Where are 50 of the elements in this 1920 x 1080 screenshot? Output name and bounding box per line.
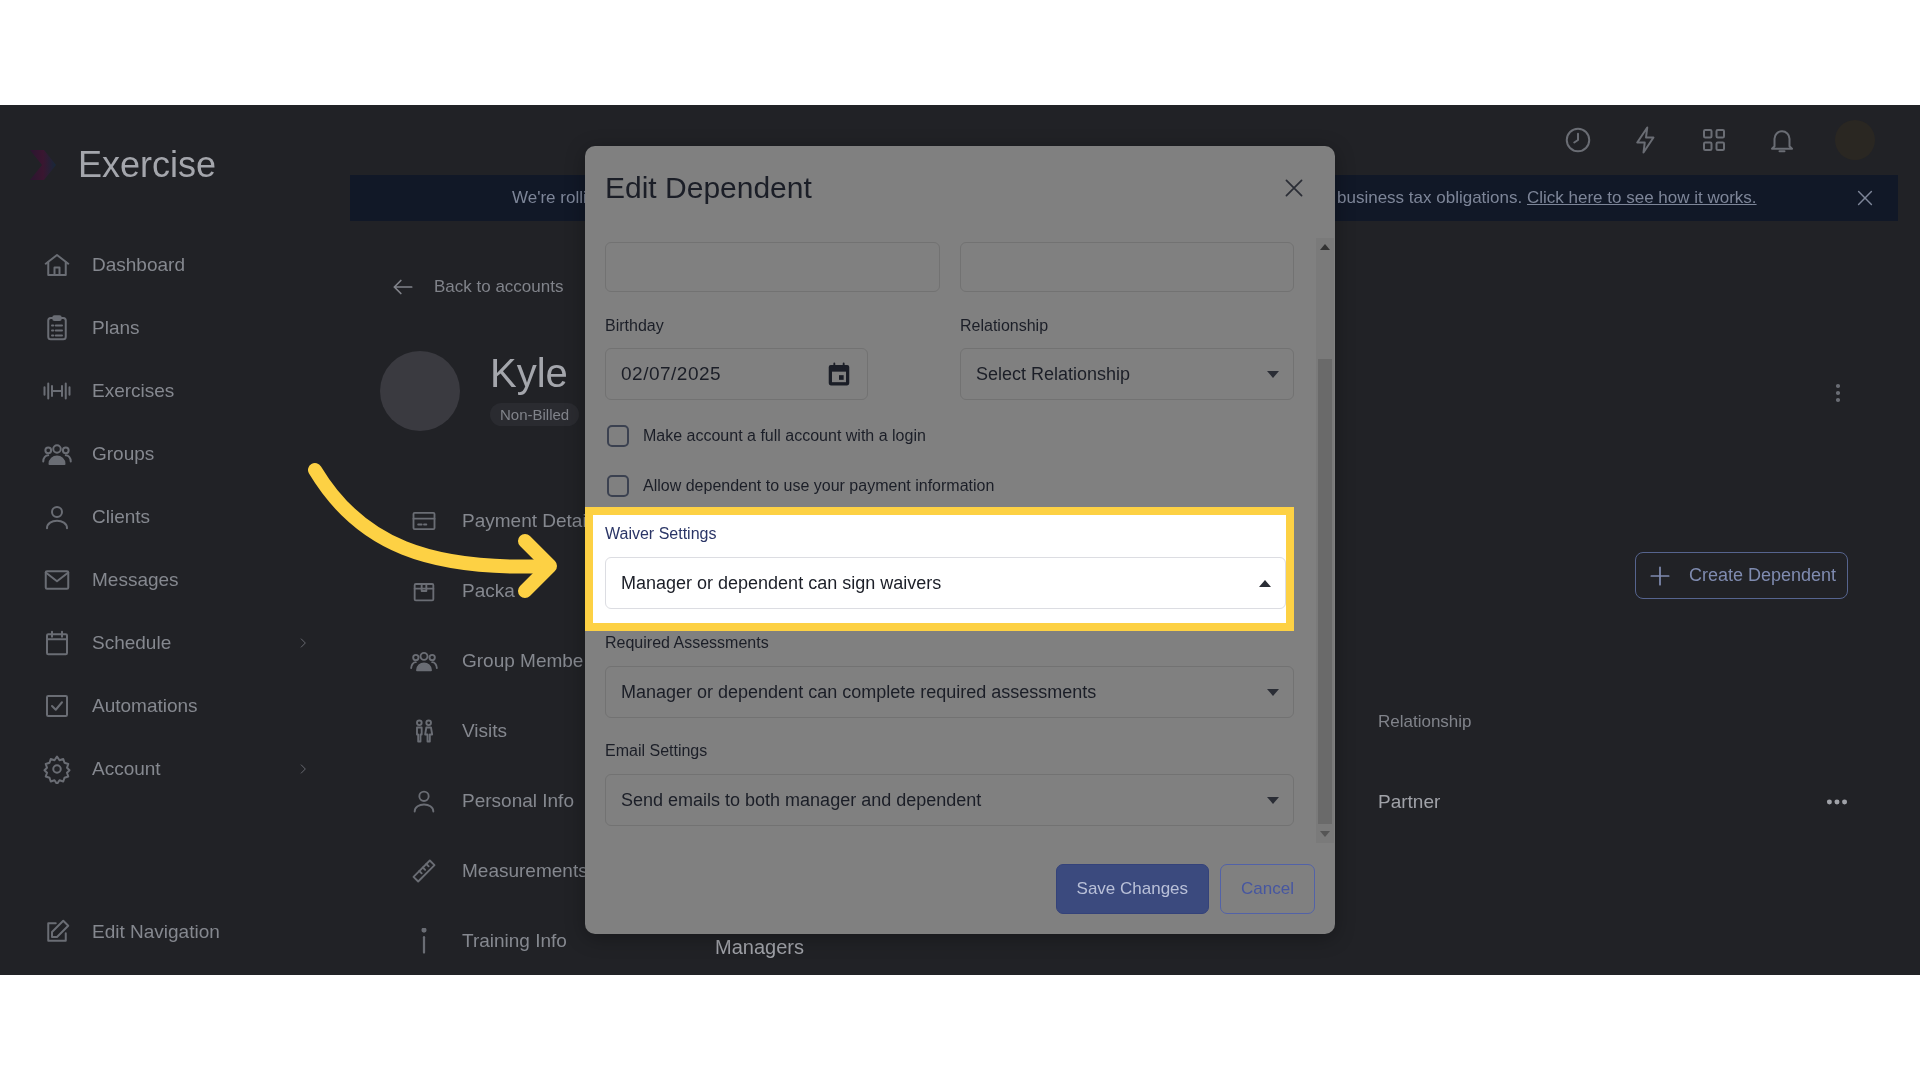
- sidebar-nav-item[interactable]: Clients: [92, 505, 151, 528]
- create-dependent-button[interactable]: Create Dependent: [1635, 552, 1848, 599]
- checkbox[interactable]: [607, 475, 629, 497]
- app-logo-text: Exercise: [78, 144, 217, 186]
- sidebar-nav-item[interactable]: Plans: [92, 316, 140, 339]
- billing-status-badge: Non-Billed: [490, 403, 580, 426]
- sidebar-nav-item[interactable]: Messages: [92, 568, 179, 591]
- edit-navigation-link[interactable]: Edit Navigation: [92, 920, 220, 943]
- save-button[interactable]: Save Changes: [1055, 864, 1210, 914]
- field-label: Waiver Settings: [605, 524, 718, 544]
- account-section-link[interactable]: Personal Info: [462, 790, 574, 812]
- sidebar-nav-item[interactable]: Automations: [92, 694, 198, 717]
- banner-text: business tax obligations.: [1337, 188, 1523, 207]
- dropdown[interactable]: Send emails to both manager and dependent: [605, 774, 1294, 826]
- sidebar-nav-item[interactable]: Dashboard: [92, 253, 185, 276]
- date-field[interactable]: 02/07/2025: [605, 348, 868, 400]
- back-link[interactable]: Back to accounts: [434, 277, 564, 297]
- sidebar-nav-item[interactable]: Schedule: [92, 631, 172, 654]
- account-section-link[interactable]: Training Info: [462, 930, 567, 952]
- clock-icon[interactable]: [1563, 125, 1593, 155]
- checkbox[interactable]: [607, 425, 629, 447]
- scrollbar[interactable]: [1316, 238, 1334, 843]
- field-label: Relationship: [960, 316, 1050, 336]
- column-header: Relationship: [1378, 712, 1472, 732]
- account-section-link[interactable]: Payment Detai: [462, 510, 587, 532]
- table-cell: Partner: [1378, 791, 1441, 813]
- account-section-link[interactable]: Visits: [462, 720, 508, 742]
- account-section-link[interactable]: Group Membe: [462, 650, 584, 672]
- sidebar-nav-item[interactable]: Account: [92, 757, 161, 780]
- scroll-down-icon[interactable]: [1320, 830, 1330, 838]
- account-section-link[interactable]: Packa: [462, 580, 515, 602]
- field-label: Birthday: [605, 316, 665, 336]
- dropdown[interactable]: Select Relationship: [960, 348, 1294, 400]
- checkbox-label: Allow dependent to use your payment information: [643, 477, 995, 495]
- info-icon: [421, 928, 427, 954]
- dialog-title: Edit Dependent: [605, 171, 812, 205]
- scroll-up-icon[interactable]: [1320, 243, 1330, 251]
- sidebar-nav-item[interactable]: Exercises: [92, 379, 175, 402]
- account-section-link[interactable]: Measurements: [462, 860, 588, 882]
- client-name: Kyle: [490, 351, 569, 395]
- section-heading: Managers: [715, 936, 804, 959]
- ruler-icon: [410, 857, 438, 885]
- banner-link[interactable]: Click here to see how it works.: [1526, 188, 1757, 207]
- field-label: Required Assessments: [605, 633, 770, 653]
- sidebar-nav-item[interactable]: Groups: [92, 442, 155, 465]
- checkbox-label: Make account a full account with a login: [643, 427, 926, 445]
- gear-icon: [42, 753, 72, 784]
- dropdown[interactable]: Manager or dependent can sign waivers: [605, 557, 1286, 609]
- field-label: Email Settings: [605, 741, 709, 761]
- dropdown[interactable]: Manager or dependent can complete required assessments: [605, 666, 1294, 718]
